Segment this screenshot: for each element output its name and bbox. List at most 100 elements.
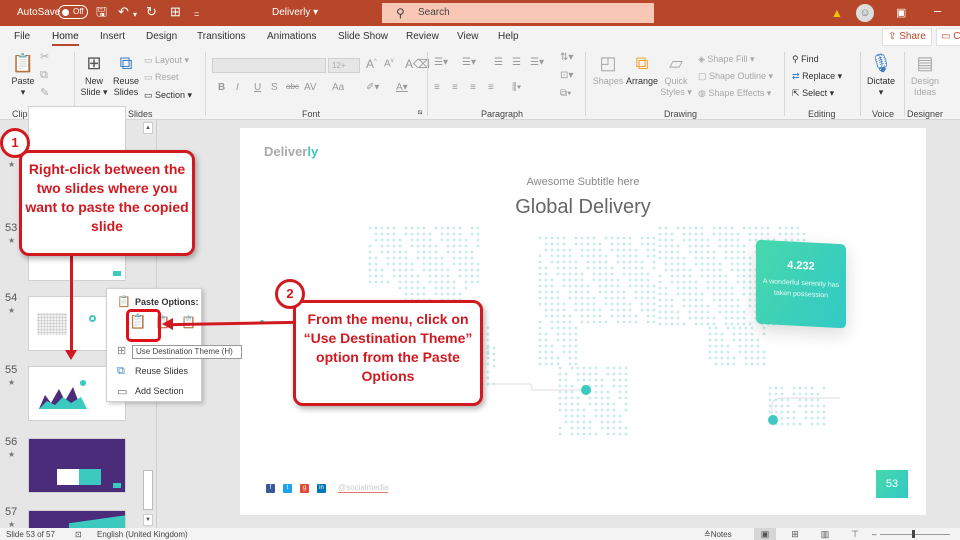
map-dot [550,296,554,300]
tab-review[interactable]: Review [406,31,439,42]
smartart-icon[interactable]: ⧉▾ [560,88,571,99]
language-indicator[interactable]: English (United Kingdom) [97,530,188,539]
underline-button[interactable]: U [254,82,261,93]
slideshow-view-button[interactable]: ⊤ [844,528,866,540]
spellcheck-icon[interactable]: ⊡ [75,530,82,539]
reading-view-button[interactable]: ▥ [814,528,836,540]
align-left-icon[interactable]: ≡ [434,82,440,93]
align-text-icon[interactable]: ⊡▾ [560,70,573,81]
tab-animations[interactable]: Animations [267,31,316,42]
slide-thumbnail-56[interactable] [28,438,126,493]
undo-dropdown-icon[interactable]: ▾ [133,8,137,22]
notes-button[interactable]: ≙Notes [704,530,732,539]
replace-button[interactable]: ⇄ Replace ▾ [792,71,842,82]
save-icon[interactable]: 🖫 [96,5,107,19]
map-dot [682,292,686,296]
section-button[interactable]: ▭ Section ▾ [144,90,192,101]
align-right-icon[interactable]: ≡ [470,82,476,93]
line-spacing-icon[interactable]: ☰▾ [530,57,544,68]
bold-button[interactable]: B [218,82,225,93]
document-title[interactable]: Deliverly ▾ [272,7,318,18]
shape-effects-button[interactable]: ◍ Shape Effects ▾ [698,88,771,99]
quick-styles-button[interactable]: ▱ Quick Styles ▾ [660,52,692,98]
slide-sorter-button[interactable]: ⊞ [784,528,806,540]
tab-insert[interactable]: Insert [100,31,125,42]
paragraph-group-label: Paragraph [481,109,524,119]
tab-home[interactable]: Home [52,31,79,46]
reuse-slides-button[interactable]: ⧉ Reuse Slides [112,52,140,98]
map-dot [616,278,620,282]
tab-view[interactable]: View [457,31,479,42]
map-dot [538,260,542,264]
columns-icon[interactable]: ⫼▾ [512,82,521,93]
tab-help[interactable]: Help [498,31,519,42]
arrange-button[interactable]: ⧉ Arrange [625,52,659,87]
ribbon-display-icon[interactable]: ▣ [896,6,906,20]
decrease-font-icon[interactable]: Av [384,58,394,69]
map-dot [574,272,578,276]
font-size-input[interactable]: 12+ [328,58,360,73]
find-button[interactable]: ⚲ Find [792,54,819,65]
justify-icon[interactable]: ≡ [488,82,494,93]
map-dot [658,280,662,284]
undo-icon[interactable]: ↶ [118,5,129,19]
search-box[interactable]: ⚲ Search [382,3,654,23]
dictate-button[interactable]: 🎙 Dictate ▾ [864,52,898,98]
text-direction-icon[interactable]: ⇅▾ [560,52,573,63]
shape-fill-button[interactable]: ◈ Shape Fill ▾ [698,54,754,65]
slide-thumbnail-57[interactable] [28,510,126,530]
scroll-down-button[interactable]: ▼ [143,514,153,526]
warning-icon[interactable]: ▲ [831,6,843,20]
map-dot [816,416,820,420]
zoom-slider[interactable] [880,534,950,535]
tab-transitions[interactable]: Transitions [197,31,246,42]
reset-button[interactable]: ▭ Reset [144,72,179,83]
customize-toolbar-icon[interactable]: = [194,7,199,21]
layout-button[interactable]: ▭ Layout ▾ [144,55,189,66]
share-button[interactable]: ⇪ Share [882,28,932,46]
strikethrough-button[interactable]: abc [286,82,299,91]
numbering-icon[interactable]: ☰▾ [462,57,476,68]
map-dot [658,316,662,320]
shape-outline-button[interactable]: ▢ Shape Outline ▾ [698,71,773,82]
comments-button[interactable]: ▭ C [936,28,960,46]
shadow-button[interactable]: S [271,82,278,93]
italic-button[interactable]: I [236,82,239,93]
menu-item-add-section[interactable]: Add Section [135,386,184,396]
zoom-slider-handle[interactable] [912,530,915,538]
shapes-button[interactable]: ◰ Shapes [592,52,624,87]
map-dot [768,404,772,408]
scroll-up-button[interactable]: ▲ [143,122,153,134]
decrease-indent-icon[interactable]: ☰ [494,57,503,68]
bullets-icon[interactable]: ☰▾ [434,57,448,68]
format-painter-icon[interactable]: ✎ [40,88,49,99]
autosave-toggle[interactable]: Off [58,5,88,19]
account-avatar[interactable]: ☺ [856,4,874,22]
character-spacing-button[interactable]: AV [304,82,317,93]
redo-icon[interactable]: ↻ [146,5,157,19]
increase-indent-icon[interactable]: ☰ [512,57,521,68]
select-button[interactable]: ⇱ Select ▾ [792,88,834,99]
tab-file[interactable]: File [14,31,30,42]
font-launcher-icon[interactable]: ⧅ [418,109,422,117]
tab-slide-show[interactable]: Slide Show [338,31,388,42]
scroll-thumb[interactable] [143,470,153,510]
tab-design[interactable]: Design [146,31,177,42]
copy-icon[interactable]: ⧉ [40,70,48,81]
map-dot [446,232,450,236]
increase-font-icon[interactable]: A^ [366,57,377,71]
present-icon[interactable]: ⊞ [170,5,181,19]
zoom-out-button[interactable]: – [872,530,876,539]
minimize-icon[interactable]: – [934,4,941,18]
align-center-icon[interactable]: ≡ [452,82,458,93]
menu-item-reuse-slides[interactable]: Reuse Slides [135,366,188,376]
normal-view-button[interactable]: ▣ [754,528,776,540]
font-name-input[interactable] [212,58,326,73]
new-slide-button[interactable]: ⊞ New Slide ▾ [80,52,108,98]
font-color-icon[interactable]: A▾ [396,82,408,93]
design-ideas-button[interactable]: ▤ Design Ideas [908,52,942,98]
paste-button[interactable]: 📋 Paste ▾ [8,52,38,98]
change-case-button[interactable]: Aa [332,82,344,93]
highlight-icon[interactable]: ✐▾ [366,82,379,93]
cut-icon[interactable]: ✂ [40,52,49,63]
